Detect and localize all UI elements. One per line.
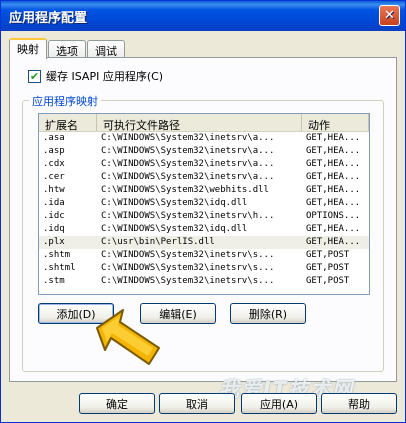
row-extension: .shtm <box>43 250 71 260</box>
row-extension: .cdx <box>43 159 65 169</box>
help-button[interactable]: 帮助 <box>321 393 397 414</box>
row-path: C:\WINDOWS\System32\idq.dll <box>101 198 248 208</box>
row-verbs: GET,HEA... <box>306 237 361 247</box>
delete-button[interactable]: 删除(R) <box>230 303 306 324</box>
row-extension: .ida <box>43 198 65 208</box>
row-verbs: GET,POST <box>306 250 350 260</box>
row-verbs: GET,HEA... <box>306 172 361 182</box>
tab-debug[interactable]: 调试 <box>87 40 125 58</box>
checkmark-icon: ✔ <box>29 69 40 83</box>
list-row-selected[interactable]: .plx C:\usr\bin\PerlIS.dll GET,HEA... <box>39 236 369 249</box>
row-verbs: GET,POST <box>306 276 350 286</box>
ok-button[interactable]: 确定 <box>79 393 155 414</box>
row-extension: .htw <box>43 185 65 195</box>
row-path: C:\WINDOWS\System32\inetsrv\h... <box>101 211 275 221</box>
mapping-list[interactable]: 扩展名 可执行文件路径 动作 .asa C:\WINDOWS\System32\… <box>38 113 370 295</box>
mapping-panel: ✔ 缓存 ISAPI 应用程序(C) 应用程序映射 扩展名 可执行文件路径 动作… <box>9 57 397 382</box>
column-path[interactable]: 可执行文件路径 <box>97 114 302 131</box>
apply-button[interactable]: 应用(A) <box>241 393 317 414</box>
row-extension: .cer <box>43 172 65 182</box>
row-verbs: GET,POST <box>306 263 350 273</box>
list-row[interactable]: .cdx C:\WINDOWS\System32\inetsrv\a... GE… <box>39 158 369 171</box>
row-extension: .plx <box>43 237 65 247</box>
row-verbs: OPTIONS... <box>306 211 361 221</box>
row-path: C:\usr\bin\PerlIS.dll <box>101 237 215 247</box>
close-icon: ✕ <box>384 8 395 23</box>
list-row[interactable]: .cer C:\WINDOWS\System32\inetsrv\a... GE… <box>39 171 369 184</box>
app-mapping-group: 应用程序映射 扩展名 可执行文件路径 动作 .asa C:\WINDOWS\Sy… <box>22 93 384 372</box>
tab-strip: 映射 选项 调试 <box>9 38 126 59</box>
pointer-arrow-icon <box>96 309 160 365</box>
row-path: C:\WINDOWS\System32\inetsrv\s... <box>101 250 275 260</box>
row-extension: .asp <box>43 146 65 156</box>
list-row[interactable]: .htw C:\WINDOWS\System32\webhits.dll GET… <box>39 184 369 197</box>
tab-mapping[interactable]: 映射 <box>9 38 47 59</box>
row-verbs: GET,HEA... <box>306 146 361 156</box>
row-extension: .idq <box>43 224 65 234</box>
row-verbs: GET,HEA... <box>306 198 361 208</box>
row-verbs: GET,HEA... <box>306 133 361 143</box>
row-verbs: GET,HEA... <box>306 185 361 195</box>
cache-isapi-checkbox[interactable]: ✔ <box>28 69 41 83</box>
list-row[interactable]: .asp C:\WINDOWS\System32\inetsrv\a... GE… <box>39 145 369 158</box>
row-verbs: GET,HEA... <box>306 224 361 234</box>
row-path: C:\WINDOWS\System32\inetsrv\s... <box>101 276 275 286</box>
list-row[interactable]: .idc C:\WINDOWS\System32\inetsrv\h... OP… <box>39 210 369 223</box>
list-row[interactable]: .stm C:\WINDOWS\System32\inetsrv\s... GE… <box>39 275 369 288</box>
title-bar: 应用程序配置 ✕ <box>1 1 405 31</box>
close-button[interactable]: ✕ <box>379 5 400 26</box>
list-row[interactable]: .asa C:\WINDOWS\System32\inetsrv\a... GE… <box>39 132 369 145</box>
row-extension: .shtml <box>43 263 76 273</box>
row-path: C:\WINDOWS\System32\webhits.dll <box>101 185 269 195</box>
row-extension: .idc <box>43 211 65 221</box>
list-row[interactable]: .shtm C:\WINDOWS\System32\inetsrv\s... G… <box>39 249 369 262</box>
tab-options[interactable]: 选项 <box>48 40 86 58</box>
row-verbs: GET,HEA... <box>306 159 361 169</box>
list-row[interactable]: .idq C:\WINDOWS\System32\idq.dll GET,HEA… <box>39 223 369 236</box>
window-title: 应用程序配置 <box>9 10 88 26</box>
list-header: 扩展名 可执行文件路径 动作 <box>39 114 369 132</box>
cancel-button[interactable]: 取消 <box>159 393 235 414</box>
row-path: C:\WINDOWS\System32\inetsrv\a... <box>101 146 275 156</box>
cache-isapi-option[interactable]: ✔ 缓存 ISAPI 应用程序(C) <box>28 68 163 84</box>
row-path: C:\WINDOWS\System32\inetsrv\s... <box>101 263 275 273</box>
row-extension: .asa <box>43 133 65 143</box>
cache-isapi-label: 缓存 ISAPI 应用程序(C) <box>46 70 164 83</box>
column-extension[interactable]: 扩展名 <box>39 114 97 131</box>
app-config-dialog: 应用程序配置 ✕ 映射 选项 调试 ✔ 缓存 ISAPI 应用程序(C) 应用程… <box>0 0 406 423</box>
list-row[interactable]: .ida C:\WINDOWS\System32\idq.dll GET,HEA… <box>39 197 369 210</box>
row-path: C:\WINDOWS\System32\inetsrv\a... <box>101 159 275 169</box>
list-row[interactable]: .shtml C:\WINDOWS\System32\inetsrv\s... … <box>39 262 369 275</box>
row-path: C:\WINDOWS\System32\idq.dll <box>101 224 248 234</box>
column-verbs[interactable]: 动作 <box>302 114 369 131</box>
row-path: C:\WINDOWS\System32\inetsrv\a... <box>101 133 275 143</box>
group-title: 应用程序映射 <box>29 93 101 109</box>
row-extension: .stm <box>43 276 65 286</box>
row-path: C:\WINDOWS\System32\inetsrv\a... <box>101 172 275 182</box>
